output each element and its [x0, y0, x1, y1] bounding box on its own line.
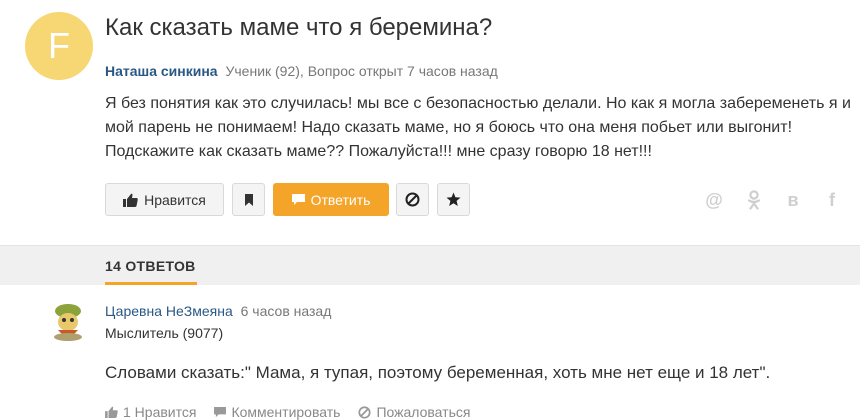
- star-icon: [446, 192, 461, 206]
- share-vkontakte-icon[interactable]: в: [783, 190, 803, 210]
- question-meta: Наташа синкина Ученик (92), Вопрос откры…: [105, 63, 498, 79]
- answers-tab-underline: [105, 282, 197, 285]
- answer-report-button[interactable]: Пожаловаться: [358, 404, 470, 420]
- question-author-link[interactable]: Наташа синкина: [105, 63, 218, 79]
- odnoklassniki-icon: [747, 190, 761, 210]
- question-meta-text: Ученик (92), Вопрос открыт 7 часов назад: [225, 63, 498, 79]
- answers-header: 14 ОТВЕТОВ: [0, 245, 860, 285]
- question-body: Я без понятия как это случилась! мы все …: [105, 95, 851, 160]
- comment-icon: [214, 406, 227, 417]
- answer-time: 6 часов назад: [240, 303, 332, 319]
- block-button[interactable]: [396, 183, 429, 216]
- answers-count[interactable]: 14 ОТВЕТОВ: [105, 258, 196, 274]
- thumbs-up-icon: [123, 193, 138, 207]
- answer-meta: Царевна НеЗмеяна 6 часов назад: [105, 303, 331, 319]
- favorite-button[interactable]: [437, 183, 470, 216]
- question-title: Как сказать маме что я беремина?: [105, 14, 493, 41]
- answer-body: Словами сказать:" Мама, я тупая, поэтому…: [105, 363, 771, 382]
- answer-comment-button[interactable]: Комментировать: [214, 404, 340, 420]
- bookmark-button[interactable]: [232, 183, 265, 216]
- answer-like-button[interactable]: 1 Нравится: [105, 404, 196, 420]
- answer-like-label: 1 Нравится: [123, 404, 197, 420]
- share-odnoklassniki-icon[interactable]: [744, 190, 764, 210]
- like-button[interactable]: Нравится: [105, 183, 224, 216]
- answer-author-rank: Мыслитель (9077): [105, 325, 224, 341]
- answer-comment-label: Комментировать: [231, 404, 341, 420]
- share-mail-icon[interactable]: @: [704, 190, 724, 210]
- bookmark-icon: [244, 193, 253, 206]
- answer-actions: 1 Нравится Комментировать Пожаловаться: [105, 404, 470, 420]
- like-button-label: Нравится: [144, 191, 206, 208]
- share-facebook-icon[interactable]: f: [822, 190, 842, 210]
- answer-report-label: Пожаловаться: [376, 404, 471, 420]
- comment-icon: [291, 193, 305, 205]
- block-icon: [405, 192, 420, 207]
- answer-author-link[interactable]: Царевна НеЗмеяна: [105, 303, 233, 319]
- answer-author-avatar[interactable]: [48, 300, 88, 342]
- answer-button-label: Ответить: [310, 191, 371, 208]
- thumbs-up-icon: [105, 406, 118, 418]
- answer-button[interactable]: Ответить: [273, 183, 389, 216]
- question-author-avatar[interactable]: F: [25, 12, 93, 80]
